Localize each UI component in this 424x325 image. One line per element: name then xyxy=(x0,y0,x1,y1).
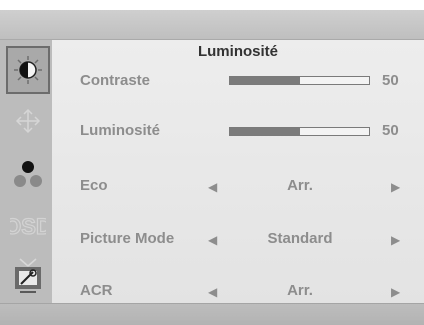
acr-label[interactable]: ACR xyxy=(80,282,113,299)
eco-label[interactable]: Eco xyxy=(80,177,108,194)
osd-sidebar: OSD xyxy=(0,40,52,303)
acr-left-arrow-icon[interactable]: ◀ xyxy=(208,285,217,299)
luminosite-value: 50 xyxy=(382,122,399,139)
sidebar-item-brightness[interactable] xyxy=(6,46,50,94)
luminosite-slider-fill xyxy=(230,128,300,135)
menu-title: Luminosité xyxy=(197,43,278,60)
acr-right-arrow-icon[interactable]: ▶ xyxy=(391,285,400,299)
acr-value: Arr. xyxy=(287,282,313,299)
contraste-slider[interactable] xyxy=(229,76,370,85)
picture-mode-value: Standard xyxy=(267,230,333,247)
setup-tools-icon xyxy=(15,258,41,293)
osd-menu: OSD Luminosité Contraste 50 Luminosité 5… xyxy=(0,10,424,325)
sidebar-item-setup[interactable] xyxy=(6,252,50,300)
picture-mode-label[interactable]: Picture Mode xyxy=(80,230,174,247)
osd-top-bar xyxy=(0,10,424,40)
sidebar-item-color[interactable] xyxy=(6,150,50,198)
osd-icon: OSD xyxy=(10,213,46,239)
eco-left-arrow-icon[interactable]: ◀ xyxy=(208,180,217,194)
picture-mode-right-arrow-icon[interactable]: ▶ xyxy=(391,233,400,247)
eco-value: Arr. xyxy=(287,177,313,194)
contraste-label[interactable]: Contraste xyxy=(80,72,150,89)
contraste-value: 50 xyxy=(382,72,399,89)
eco-right-arrow-icon[interactable]: ▶ xyxy=(391,180,400,194)
luminosite-label[interactable]: Luminosité xyxy=(80,122,160,139)
osd-bottom-bar xyxy=(0,303,424,325)
contraste-slider-fill xyxy=(230,77,300,84)
position-arrows-icon xyxy=(15,108,41,134)
brightness-contrast-icon xyxy=(14,56,42,84)
sidebar-item-osd[interactable]: OSD xyxy=(6,201,50,249)
sidebar-item-position[interactable] xyxy=(6,97,50,145)
svg-text:OSD: OSD xyxy=(10,214,46,239)
luminosite-slider[interactable] xyxy=(229,127,370,136)
color-dots-icon xyxy=(14,161,42,187)
picture-mode-left-arrow-icon[interactable]: ◀ xyxy=(208,233,217,247)
